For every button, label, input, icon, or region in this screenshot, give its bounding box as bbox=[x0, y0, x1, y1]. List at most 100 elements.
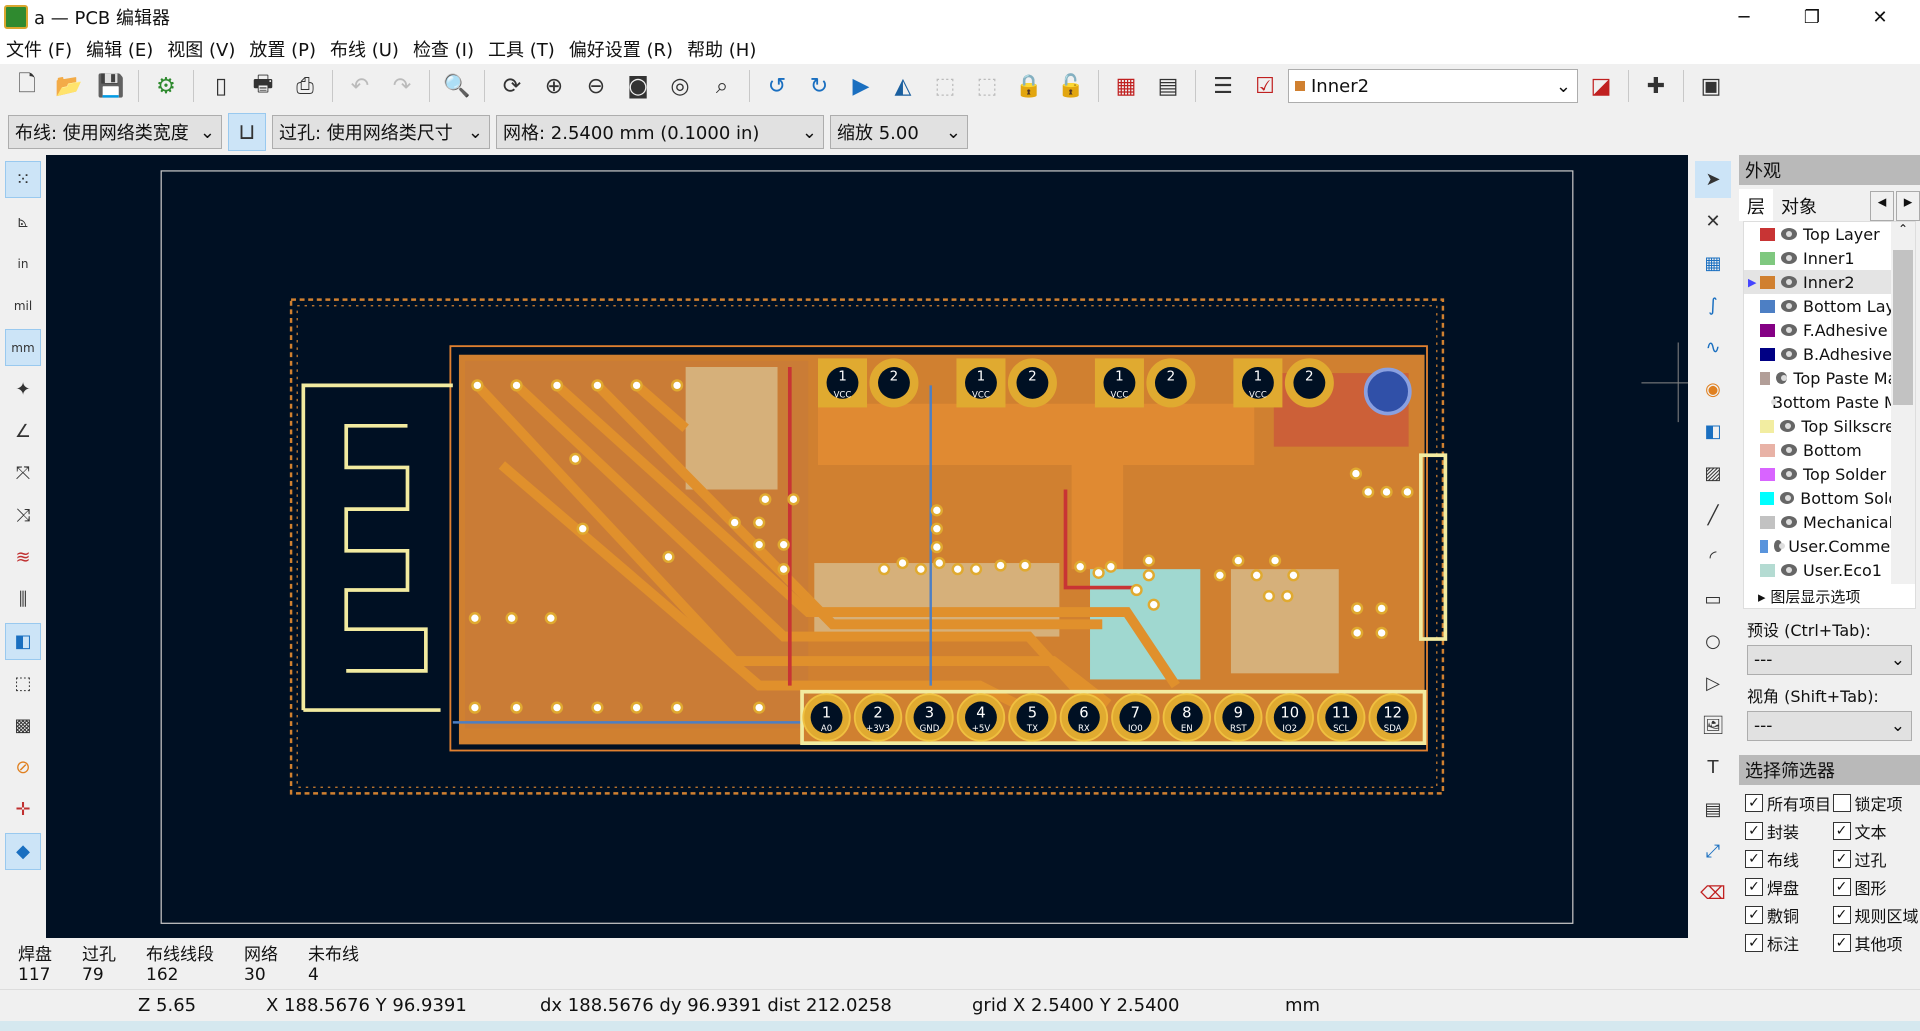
layer-scrollbar[interactable]: ⌃ bbox=[1891, 222, 1915, 584]
local-ratsnest-icon[interactable]: ✕ bbox=[1695, 203, 1731, 240]
eye-icon[interactable] bbox=[1779, 492, 1795, 504]
layer-row[interactable]: User.Comments bbox=[1744, 534, 1915, 558]
filter-checkbox[interactable]: 锁定项 bbox=[1832, 791, 1920, 815]
delete-tool-icon[interactable]: ⌫ bbox=[1695, 875, 1731, 912]
menu-edit[interactable]: 编辑 (E) bbox=[86, 36, 153, 62]
filter-checkbox[interactable]: ✓ 图形 bbox=[1832, 875, 1920, 899]
zoom-out-icon[interactable]: ⊖ bbox=[577, 67, 615, 105]
eye-icon[interactable] bbox=[1776, 372, 1788, 384]
menu-inspect[interactable]: 检查 (I) bbox=[413, 36, 474, 62]
zoom-objects-icon[interactable]: ◎ bbox=[661, 67, 699, 105]
menu-file[interactable]: 文件 (F) bbox=[6, 36, 72, 62]
eye-icon[interactable] bbox=[1781, 516, 1797, 528]
checkbox[interactable]: ✓ bbox=[1745, 878, 1763, 896]
tab-objects[interactable]: 对象 bbox=[1773, 189, 1825, 221]
filter-checkbox[interactable]: ✓ 文本 bbox=[1832, 819, 1920, 843]
eye-icon[interactable] bbox=[1781, 564, 1797, 576]
eye-icon[interactable] bbox=[1781, 300, 1797, 312]
undo-icon[interactable]: ↶ bbox=[341, 67, 379, 105]
layer-row[interactable]: F.Adhesive bbox=[1744, 318, 1915, 342]
layer-color-swatch[interactable] bbox=[1760, 467, 1775, 481]
zoom-fit-icon[interactable]: ◙ bbox=[619, 67, 657, 105]
eye-icon[interactable] bbox=[1781, 468, 1797, 480]
units-mm-icon[interactable]: mm bbox=[5, 329, 41, 366]
via-size-dropdown[interactable]: 过孔: 使用网络类尺寸 ⌄ bbox=[272, 115, 490, 149]
layer-row[interactable]: ▶ Inner2 bbox=[1744, 270, 1915, 294]
draw-line-icon[interactable]: ╱ bbox=[1695, 497, 1731, 534]
pcb-canvas[interactable]: 1 2VCC1 2VCC1 2VCC1 2VCC 1A02+3V33GND4+5V5TX… bbox=[46, 155, 1688, 938]
add-via-icon[interactable]: ◉ bbox=[1695, 371, 1731, 408]
checkbox[interactable]: ✓ bbox=[1832, 850, 1851, 868]
layer-row[interactable]: Top Silkscreen bbox=[1744, 414, 1915, 438]
layer-row[interactable]: Bottom Layer bbox=[1744, 294, 1915, 318]
filter-checkbox[interactable]: ✓ 过孔 bbox=[1832, 847, 1920, 871]
eye-icon[interactable] bbox=[1781, 228, 1797, 240]
menu-help[interactable]: 帮助 (H) bbox=[687, 36, 756, 62]
eye-icon[interactable] bbox=[1781, 444, 1797, 456]
route-track-icon[interactable]: ∫ bbox=[1695, 287, 1731, 324]
menu-place[interactable]: 放置 (P) bbox=[249, 36, 316, 62]
layer-row[interactable]: Bottom Paste Mask bbox=[1744, 390, 1915, 414]
filter-checkbox[interactable]: ✓ 敷铜 bbox=[1745, 903, 1833, 927]
layer-color-swatch[interactable] bbox=[1760, 227, 1775, 241]
layers-manager-icon[interactable]: ◆ bbox=[5, 833, 41, 870]
zoom-in-icon[interactable]: ⊕ bbox=[535, 67, 573, 105]
layer-row[interactable]: B.Adhesive bbox=[1744, 342, 1915, 366]
dimension-icon[interactable]: ⤢ bbox=[1695, 833, 1731, 870]
layer-color-swatch[interactable] bbox=[1760, 323, 1775, 337]
layer-color-swatch[interactable] bbox=[1760, 515, 1775, 529]
add-textbox-icon[interactable]: ▤ bbox=[1695, 791, 1731, 828]
filter-checkbox[interactable]: ✓ 封装 bbox=[1745, 819, 1833, 843]
group-icon[interactable]: ⬚ bbox=[926, 67, 964, 105]
checkbox[interactable]: ✓ bbox=[1745, 906, 1763, 924]
units-inch-icon[interactable]: in bbox=[5, 245, 41, 282]
drc-icon[interactable]: ☑ bbox=[1246, 67, 1284, 105]
tab-layers[interactable]: 层 bbox=[1739, 189, 1773, 221]
layer-row[interactable]: Top Solder bbox=[1744, 462, 1915, 486]
cursor-style-icon[interactable]: ✦ bbox=[5, 371, 41, 408]
open-folder-icon[interactable]: 📂 bbox=[50, 67, 88, 105]
polar-coords-icon[interactable]: ⦝ bbox=[5, 203, 41, 240]
zoom-selection-icon[interactable]: ⌕ bbox=[703, 67, 741, 105]
eye-icon[interactable] bbox=[1773, 540, 1786, 552]
layer-color-swatch[interactable] bbox=[1760, 563, 1775, 577]
mirror-icon[interactable]: ◭ bbox=[884, 67, 922, 105]
grid-dropdown[interactable]: 网格: 2.5400 mm (0.1000 in) ⌄ bbox=[496, 115, 824, 149]
board-setup-icon[interactable]: ⚙ bbox=[147, 67, 185, 105]
layer-color-swatch[interactable] bbox=[1760, 443, 1775, 457]
layer-color-swatch[interactable] bbox=[1760, 419, 1775, 433]
ungroup-icon[interactable]: ⬚ bbox=[968, 67, 1006, 105]
units-mil-icon[interactable]: mil bbox=[5, 287, 41, 324]
eye-icon[interactable] bbox=[1781, 252, 1797, 264]
eye-icon[interactable] bbox=[1781, 324, 1797, 336]
lock-icon[interactable]: 🔒 bbox=[1010, 67, 1048, 105]
scripting-icon[interactable]: ▣ bbox=[1692, 67, 1730, 105]
layer-color-swatch[interactable] bbox=[1760, 347, 1775, 361]
draw-polygon-icon[interactable]: ▷ bbox=[1695, 665, 1731, 702]
add-image-icon[interactable]: 🖼 bbox=[1695, 707, 1731, 744]
refresh-icon[interactable]: ⟳ bbox=[493, 67, 531, 105]
page-settings-icon[interactable]: ▯ bbox=[202, 67, 240, 105]
zone-outline-icon[interactable]: ⬚ bbox=[5, 665, 41, 702]
checkbox[interactable]: ✓ bbox=[1745, 794, 1763, 812]
filter-checkbox[interactable]: ✓ 焊盘 bbox=[1745, 875, 1833, 899]
layer-pair-icon[interactable]: ◪ bbox=[1582, 67, 1620, 105]
layer-row[interactable]: Mechanical bbox=[1744, 510, 1915, 534]
eye-icon[interactable] bbox=[1780, 420, 1796, 432]
save-icon[interactable]: 💾 bbox=[92, 67, 130, 105]
rotate-cw-icon[interactable]: ↻ bbox=[800, 67, 838, 105]
checkbox[interactable] bbox=[1832, 794, 1851, 812]
print-icon[interactable]: 🖶 bbox=[244, 67, 282, 105]
layer-color-swatch[interactable] bbox=[1760, 299, 1775, 313]
checkbox[interactable]: ✓ bbox=[1745, 850, 1763, 868]
rule-area-icon[interactable]: ▨ bbox=[1695, 455, 1731, 492]
filter-checkbox[interactable]: ✓ 所有项目 bbox=[1745, 791, 1833, 815]
grid-toggle-icon[interactable]: ⁙ bbox=[5, 161, 41, 198]
footprint-editor-icon[interactable]: ▦ bbox=[1107, 67, 1145, 105]
track-width-dropdown[interactable]: 布线: 使用网络类宽度 ⌄ bbox=[8, 115, 222, 149]
rotate-ccw-icon[interactable]: ↺ bbox=[758, 67, 796, 105]
angle-constraint-icon[interactable]: ∠ bbox=[5, 413, 41, 450]
checkbox[interactable]: ✓ bbox=[1832, 822, 1851, 840]
filter-checkbox[interactable]: ✓ 布线 bbox=[1745, 847, 1833, 871]
layer-color-swatch[interactable] bbox=[1760, 371, 1771, 385]
